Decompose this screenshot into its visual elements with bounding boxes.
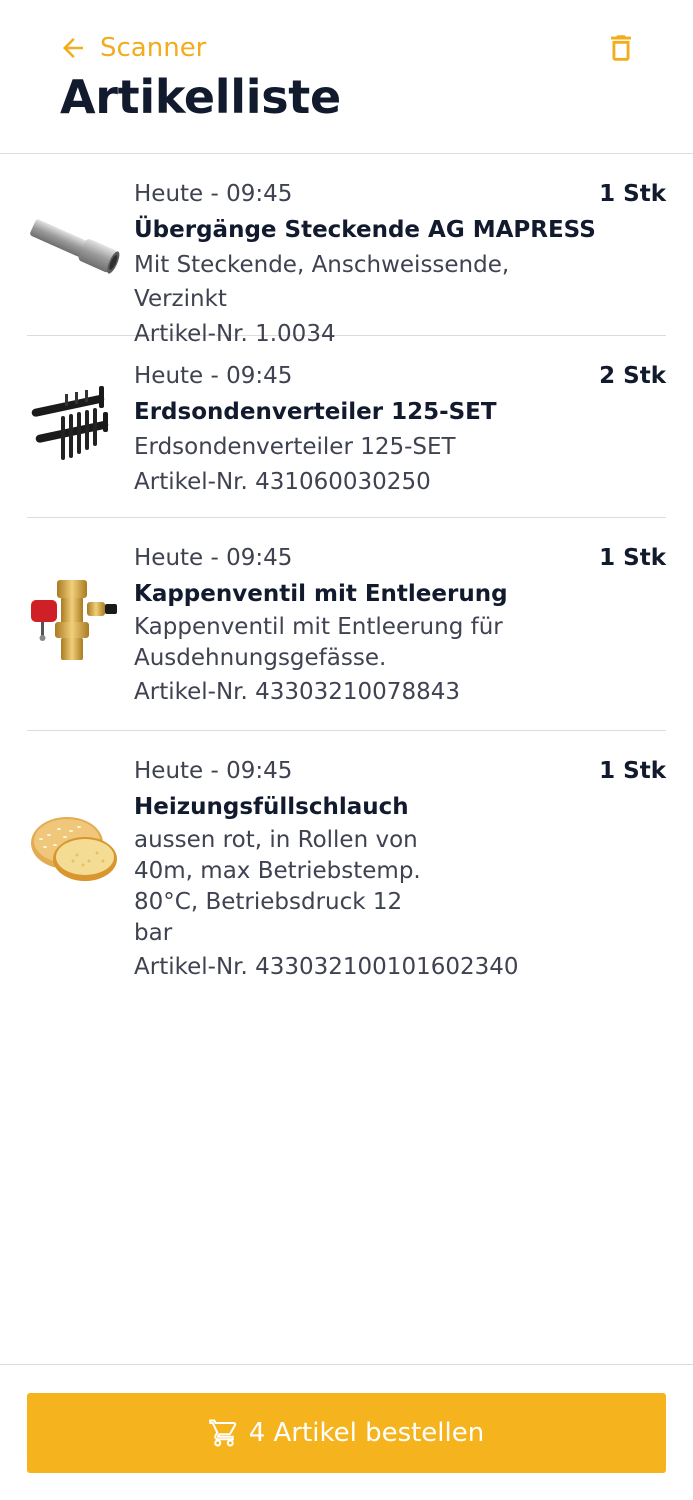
order-button[interactable]: 4 Artikel bestellen (27, 1393, 666, 1473)
list-item[interactable]: Heute - 09:45 Übergänge Steckende AG MAP… (27, 154, 666, 347)
item-quantity: 1 Stk (599, 758, 666, 784)
product-image-pipe-fitting (27, 198, 121, 292)
item-quantity: 2 Stk (599, 363, 666, 389)
list-item[interactable]: Heute - 09:45 Erdsondenverteiler 125-SET… (27, 336, 666, 518)
back-label: Scanner (100, 33, 207, 63)
item-info: Heute - 09:45 Kappenventil mit Entleerun… (134, 518, 666, 734)
product-image-bun (27, 801, 121, 895)
arrow-left-icon (63, 38, 83, 58)
item-quantity: 1 Stk (599, 545, 666, 571)
item-name: Erdsondenverteiler 125-SET (134, 399, 497, 425)
item-timestamp: Heute - 09:45 (134, 363, 293, 389)
item-article-number: Artikel-Nr. 43303210078843 (134, 679, 460, 705)
list-item[interactable]: Heute - 09:45 Kappenventil mit Entleerun… (27, 518, 666, 731)
footer-bar: 4 Artikel bestellen (0, 1364, 693, 1500)
list-item[interactable]: Heute - 09:45 Heizungsfüllschlauch ausse… (27, 731, 666, 980)
item-description: aussen rot, in Rollen von 40m, max Betri… (134, 827, 421, 946)
item-timestamp: Heute - 09:45 (134, 758, 293, 784)
delete-button[interactable] (604, 30, 638, 66)
item-timestamp: Heute - 09:45 (134, 181, 293, 207)
app-header: Scanner Artikelliste (0, 0, 693, 154)
item-quantity: 1 Stk (599, 181, 666, 207)
trash-icon (611, 35, 631, 61)
item-name: Übergänge Steckende AG MAPRESS (134, 217, 596, 243)
item-info: Heute - 09:45 Erdsondenverteiler 125-SET… (134, 336, 666, 524)
item-info: Heute - 09:45 Heizungsfüllschlauch ausse… (134, 731, 666, 1009)
item-description: Kappenventil mit Entleerung für Ausdehnu… (134, 614, 503, 671)
page-title: Artikelliste (60, 70, 341, 124)
item-article-number: Artikel-Nr. 431060030250 (134, 469, 431, 495)
item-name: Kappenventil mit Entleerung (134, 581, 508, 607)
product-image-valve (27, 576, 121, 670)
item-timestamp: Heute - 09:45 (134, 545, 293, 571)
article-list: Heute - 09:45 Übergänge Steckende AG MAP… (0, 154, 693, 980)
cart-icon (209, 1419, 236, 1447)
item-description: Erdsondenverteiler 125-SET (134, 434, 456, 460)
item-article-number: Artikel-Nr. 433032100101602340 (134, 954, 519, 980)
item-description: Mit Steckende, Anschweissende, Verzinkt (134, 252, 510, 312)
back-button[interactable]: Scanner (58, 30, 206, 66)
product-image-manifold (27, 380, 121, 474)
order-button-label: 4 Artikel bestellen (248, 1418, 485, 1448)
item-name: Heizungsfüllschlauch (134, 794, 409, 820)
